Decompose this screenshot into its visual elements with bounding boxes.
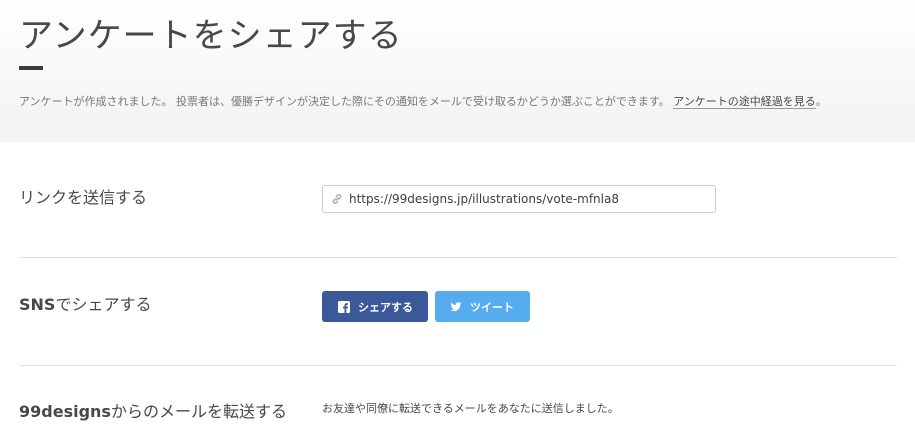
view-results-link[interactable]: アンケートの途中経過を見る [673, 95, 816, 109]
link-icon [332, 194, 342, 204]
facebook-share-button[interactable]: シェアする [322, 291, 428, 322]
twitter-bird-icon [450, 301, 462, 311]
share-url-field[interactable] [322, 185, 716, 213]
page-title: アンケートをシェアする [19, 16, 403, 56]
forward-label-bold: 99designs [19, 402, 111, 421]
header-description: アンケートが作成されました。 投票者は、優勝デザインが決定した際にその通知をメー… [19, 93, 827, 109]
facebook-icon [338, 300, 350, 313]
page-header: アンケートをシェアする アンケートが作成されました。 投票者は、優勝デザインが決… [0, 0, 915, 142]
description-period: 。 [815, 95, 827, 108]
sns-label-rest: でシェアする [55, 295, 152, 314]
section-divider [19, 365, 897, 366]
description-text: アンケートが作成されました。 投票者は、優勝デザインが決定した際にその通知をメー… [19, 95, 670, 108]
send-link-label: リンクを送信する [19, 188, 148, 207]
sns-share-label: SNSでシェアする [19, 291, 151, 315]
share-url-input[interactable] [349, 186, 709, 212]
forward-email-text: お友達や同僚に転送できるメールをあなたに送信しました。 [322, 402, 619, 415]
twitter-tweet-button[interactable]: ツイート [435, 291, 530, 322]
twitter-button-label: ツイート [470, 300, 514, 314]
facebook-button-label: シェアする [358, 300, 413, 314]
forward-email-label: 99designsからのメールを転送する [19, 398, 287, 422]
section-divider [19, 257, 897, 258]
sns-label-bold: SNS [19, 295, 56, 314]
title-divider [19, 66, 43, 70]
forward-label-rest: からのメールを転送する [110, 402, 287, 421]
